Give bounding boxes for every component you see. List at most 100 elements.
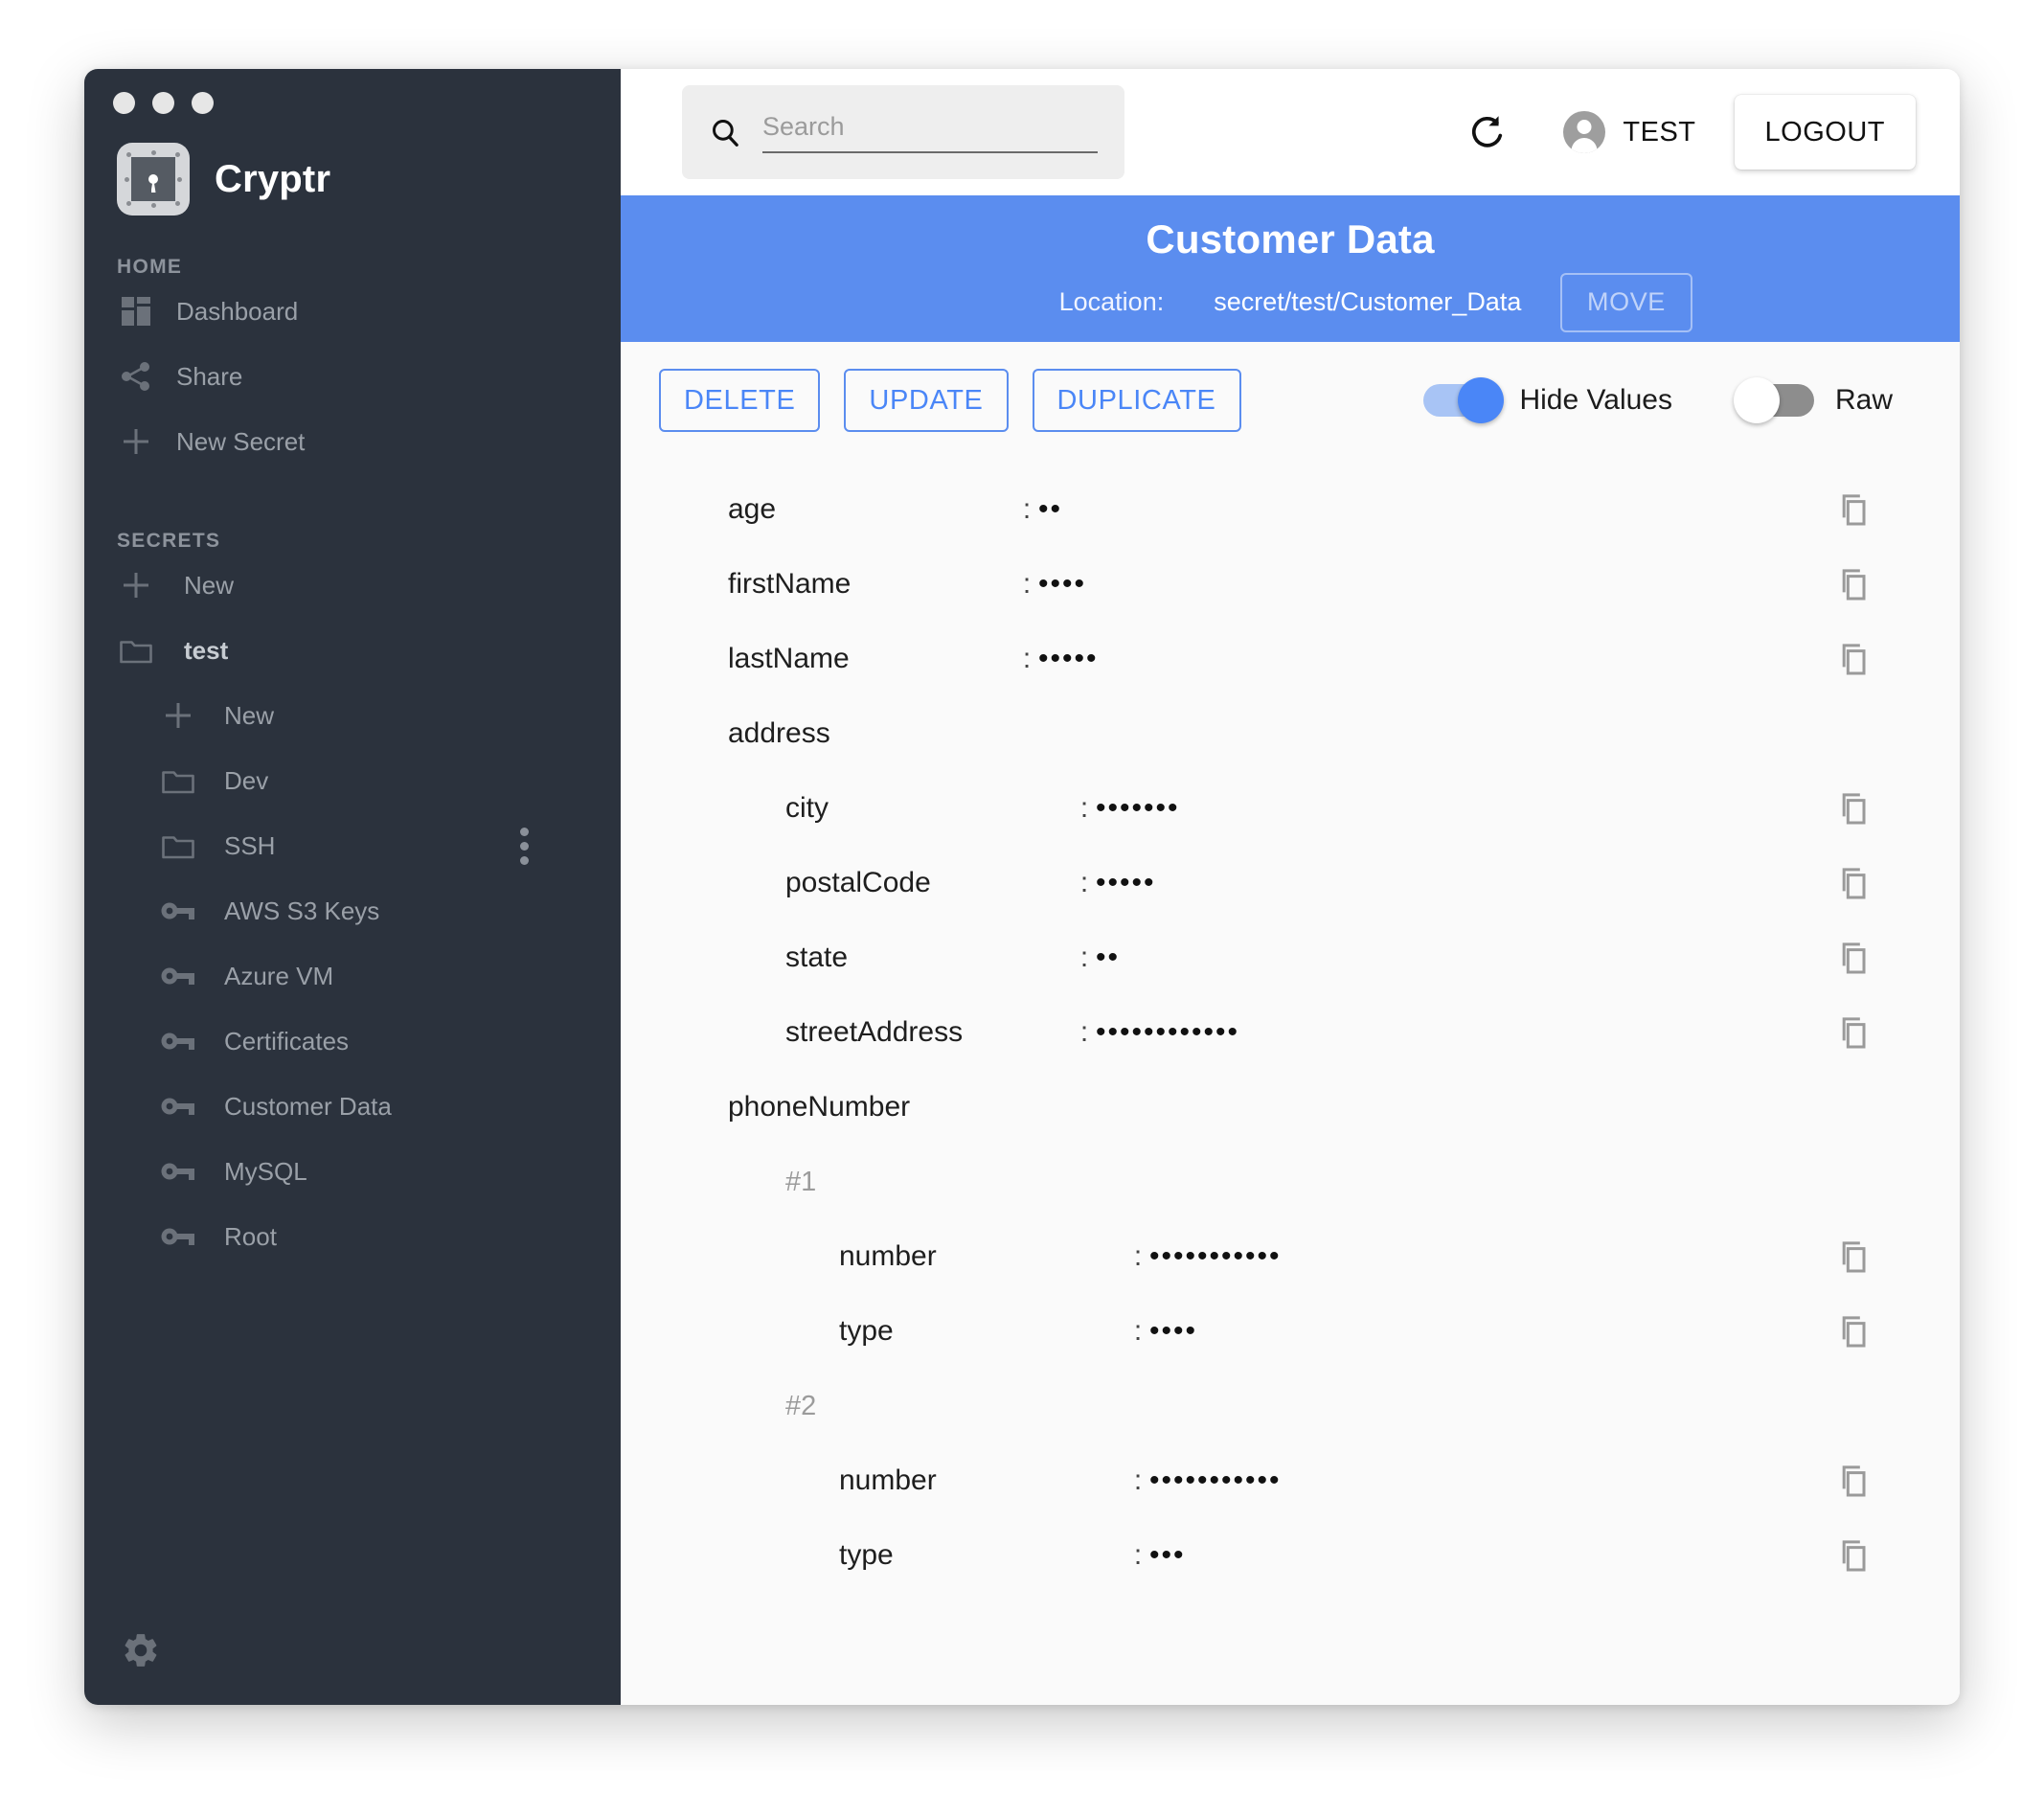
copy-icon[interactable] — [1835, 1237, 1960, 1276]
copy-icon[interactable] — [1835, 1462, 1960, 1500]
colon-separator: : — [1126, 1240, 1149, 1273]
sidebar-section-secrets: SECRETS — [84, 530, 621, 553]
secret-key: type — [839, 1315, 1126, 1348]
colon-separator: : — [1126, 1315, 1149, 1348]
zoom-window-button[interactable] — [192, 92, 214, 114]
sidebar-item-folder-test[interactable]: test — [84, 618, 621, 683]
move-button[interactable]: MOVE — [1560, 273, 1692, 332]
secret-row[interactable]: state : •• — [621, 920, 1960, 995]
secret-value: •• — [1096, 942, 1835, 974]
sidebar-item-dashboard[interactable]: Dashboard — [84, 279, 621, 344]
action-bar: DELETE UPDATE DUPLICATE Hide Values Raw — [621, 342, 1960, 457]
copy-icon[interactable] — [1835, 789, 1960, 828]
folder-icon — [159, 832, 197, 859]
secret-row[interactable]: streetAddress : •••••••••••• — [621, 995, 1960, 1070]
copy-icon[interactable] — [1835, 1536, 1960, 1575]
secret-row[interactable]: type : ••• — [621, 1518, 1960, 1593]
sidebar-item-label: New — [184, 571, 234, 601]
more-options-icon[interactable] — [520, 828, 529, 865]
secret-array-index: #2 — [621, 1369, 1960, 1443]
sidebar-item-folder-dev[interactable]: Dev — [84, 748, 621, 813]
sidebar-item-customer-data[interactable]: Customer Data — [84, 1074, 621, 1139]
sidebar-item-new-secret[interactable]: New Secret — [84, 409, 621, 474]
search-container[interactable] — [682, 85, 1124, 179]
user-menu[interactable]: TEST — [1563, 111, 1695, 153]
secret-value: ••••• — [1038, 643, 1835, 675]
colon-separator: : — [1073, 942, 1096, 974]
lock-chip-icon — [117, 143, 190, 216]
dashboard-grid-icon — [117, 297, 155, 326]
delete-button[interactable]: DELETE — [659, 369, 820, 432]
copy-icon[interactable] — [1835, 1013, 1960, 1052]
logout-button[interactable]: LOGOUT — [1735, 95, 1916, 170]
colon-separator: : — [1126, 1539, 1149, 1572]
secret-row[interactable]: firstName : •••• — [621, 547, 1960, 622]
sidebar-item-label: SSH — [224, 831, 275, 861]
plus-icon — [159, 700, 197, 731]
sidebar-item-mysql[interactable]: MySQL — [84, 1139, 621, 1204]
close-window-button[interactable] — [113, 92, 135, 114]
refresh-icon — [1467, 112, 1508, 152]
sidebar-item-label: Dashboard — [176, 297, 298, 327]
sidebar-item-certificates[interactable]: Certificates — [84, 1009, 621, 1074]
secret-row[interactable]: postalCode : ••••• — [621, 846, 1960, 920]
secret-group-header: address — [621, 696, 1960, 771]
secret-key: city — [785, 792, 1073, 825]
sidebar-item-secrets-new[interactable]: New — [84, 553, 621, 618]
secret-key: phoneNumber — [728, 1091, 1015, 1123]
secret-row[interactable]: lastName : ••••• — [621, 622, 1960, 696]
sidebar-item-folder-ssh[interactable]: SSH — [84, 813, 621, 878]
refresh-button[interactable] — [1454, 99, 1521, 166]
gear-icon[interactable] — [121, 1630, 621, 1670]
minimize-window-button[interactable] — [152, 92, 174, 114]
copy-icon[interactable] — [1835, 1312, 1960, 1350]
duplicate-button[interactable]: DUPLICATE — [1033, 369, 1241, 432]
hide-values-toggle[interactable]: Hide Values — [1423, 384, 1672, 417]
brand-name: Cryptr — [215, 158, 330, 201]
secret-value: ••••••••••• — [1149, 1464, 1835, 1497]
raw-toggle[interactable]: Raw — [1739, 384, 1893, 417]
raw-label: Raw — [1835, 384, 1893, 417]
sidebar-item-azure-vm[interactable]: Azure VM — [84, 943, 621, 1009]
secret-row[interactable]: age : •• — [621, 472, 1960, 547]
secret-value: •••• — [1149, 1315, 1835, 1348]
copy-icon[interactable] — [1835, 565, 1960, 603]
share-nodes-icon — [117, 361, 155, 392]
secret-key: #2 — [785, 1391, 1073, 1422]
account-circle-icon — [1563, 111, 1605, 153]
secret-key: state — [785, 942, 1073, 974]
copy-icon[interactable] — [1835, 864, 1960, 902]
sidebar-item-label: AWS S3 Keys — [224, 896, 379, 926]
sidebar-item-share[interactable]: Share — [84, 344, 621, 409]
copy-icon[interactable] — [1835, 939, 1960, 977]
sidebar-section-home: HOME — [84, 256, 621, 279]
secret-row[interactable]: city : ••••••• — [621, 771, 1960, 846]
location-value: secret/test/Customer_Data — [1214, 287, 1521, 317]
secret-tree: age : •• firstName : •••• lastName : — [621, 457, 1960, 1705]
copy-icon[interactable] — [1835, 640, 1960, 678]
sidebar: Cryptr HOME Dashboard — [84, 69, 621, 1705]
secret-row[interactable]: number : ••••••••••• — [621, 1443, 1960, 1518]
secret-value: •••••••••••• — [1096, 1016, 1835, 1049]
secret-key: #1 — [785, 1167, 1073, 1198]
secret-value: ••••••• — [1096, 792, 1835, 825]
secret-row[interactable]: number : ••••••••••• — [621, 1219, 1960, 1294]
hide-values-switch[interactable] — [1423, 384, 1498, 417]
sidebar-item-root[interactable]: Root — [84, 1204, 621, 1269]
sidebar-item-aws-s3-keys[interactable]: AWS S3 Keys — [84, 878, 621, 943]
folder-icon — [159, 767, 197, 794]
user-name: TEST — [1623, 117, 1695, 148]
secret-key: streetAddress — [785, 1016, 1073, 1049]
secret-row[interactable]: type : •••• — [621, 1294, 1960, 1369]
raw-switch[interactable] — [1739, 384, 1814, 417]
key-icon — [159, 1031, 197, 1052]
copy-icon[interactable] — [1835, 490, 1960, 529]
sidebar-item-test-new[interactable]: New — [84, 683, 621, 748]
colon-separator: : — [1015, 493, 1038, 526]
hide-values-label: Hide Values — [1519, 384, 1672, 417]
colon-separator: : — [1073, 1016, 1096, 1049]
update-button[interactable]: UPDATE — [844, 369, 1008, 432]
sidebar-footer — [84, 1630, 621, 1705]
folder-icon — [117, 637, 155, 664]
search-input[interactable] — [762, 112, 1098, 153]
